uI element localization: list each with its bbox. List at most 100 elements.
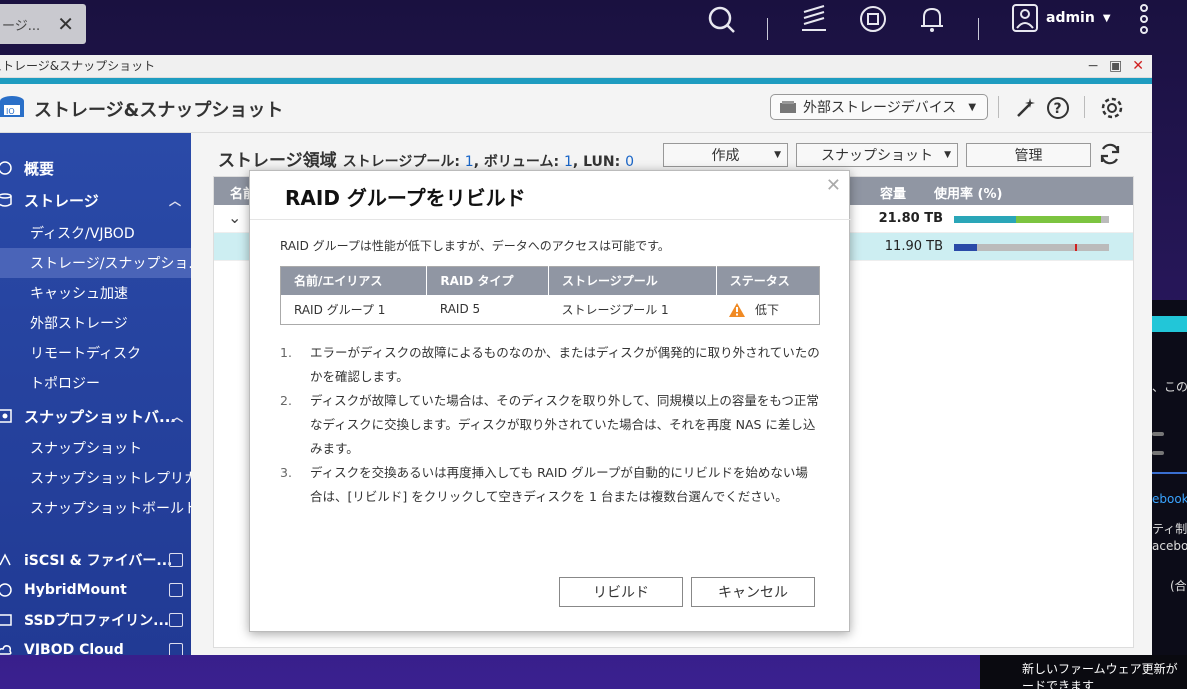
instruction-text: ディスクを交換あるいは再度挿入しても RAID グループが自動的にリビルドを始め… [310, 465, 808, 504]
lun-label: LUN: [583, 154, 621, 170]
sidebar-link-label: VJBOD Cloud [24, 642, 124, 655]
row-capacity: 11.90 TB [884, 239, 943, 254]
external-link-icon [169, 643, 183, 655]
app-header: IO ストレージ&スナップショット 外部ストレージデバイス ▼ ? [0, 84, 1152, 133]
close-icon[interactable]: ✕ [1132, 55, 1144, 77]
refresh-icon[interactable] [1098, 142, 1122, 166]
status-text: 低下 [755, 302, 780, 317]
sidebar-item-remote-disk[interactable]: リモートディスク [0, 338, 191, 368]
sidebar-group-label: ストレージ [24, 191, 99, 210]
sidebar-item-label: 概要 [24, 159, 55, 178]
search-icon[interactable] [706, 4, 736, 36]
page-title: ストレージ領域 ストレージプール: 1, ボリューム: 1, LUN: 0 [218, 151, 635, 171]
instruction-number: 2. [280, 393, 292, 408]
create-dropdown-button[interactable]: 作成 ▼ [663, 143, 788, 167]
toast-text: ードできます [1022, 679, 1095, 689]
page-title-text: ストレージ領域 [218, 151, 337, 171]
dialog-divider [250, 219, 851, 220]
sidebar-link-vjbod-cloud[interactable]: VJBOD Cloud [0, 635, 191, 655]
sidebar-item-snapshot-vault[interactable]: スナップショットボールト [0, 493, 191, 523]
instruction-item: 3. ディスクを交換あるいは再度挿入しても RAID グループが自動的にリビルド… [280, 461, 820, 509]
firmware-toast[interactable]: 新しいファームウェア更新が ードできます [980, 655, 1187, 689]
sidebar-link-hybridmount[interactable]: HybridMount [0, 575, 191, 605]
usage-bar [954, 216, 1109, 223]
external-device-label: 外部ストレージデバイス [803, 100, 957, 116]
desktop-app-tab[interactable]: ージ... ✕ [0, 4, 86, 44]
sidebar-item-storage-snapshots[interactable]: ストレージ/スナップショ... [0, 248, 191, 278]
backup-sync-icon[interactable] [858, 4, 888, 36]
more-options-icon[interactable] [1140, 4, 1150, 36]
user-menu[interactable]: admin ▼ [1012, 4, 1111, 32]
sidebar: 概要 ストレージ ︿ ディスク/VJBOD ストレージ/スナップショ... キャ… [0, 133, 191, 655]
col-storage-pool: ストレージプール [548, 266, 717, 295]
task-stack-icon[interactable] [800, 4, 828, 36]
desktop-topbar: ージ... ✕ admin ▼ [0, 0, 1187, 55]
maximize-icon[interactable]: ▣ [1109, 55, 1122, 77]
instruction-list: 1. エラーがディスクの故障によるものなのか、またはディスクが偶発的に取り外され… [280, 341, 820, 509]
chevron-up-icon: ︿ [168, 193, 181, 208]
sidebar-item-topology[interactable]: トポロジー [0, 368, 191, 398]
iscsi-icon [0, 553, 11, 566]
tab-close-icon[interactable]: ✕ [57, 12, 74, 36]
external-storage-device-dropdown[interactable]: 外部ストレージデバイス ▼ [770, 94, 988, 120]
dialog-close-icon[interactable]: ✕ [826, 175, 841, 196]
toast-text: 新しいファームウェア更新が [1022, 662, 1178, 676]
table-row: RAID グループ 1 RAID 5 ストレージプール 1 低下 [281, 295, 820, 325]
col-name-alias: 名前/エイリアス [280, 266, 428, 295]
pool-label: ストレージプール: [342, 154, 460, 170]
raid-group-table: 名前/エイリアス RAID タイプ ストレージプール ステータス RAID グル… [280, 266, 820, 325]
sidebar-item-overview[interactable]: 概要 [0, 153, 191, 183]
chevron-down-icon: ▼ [774, 150, 781, 160]
cloud-icon [0, 645, 12, 655]
sidebar-item-snapshot-replica[interactable]: スナップショットレプリカ [0, 463, 191, 493]
topbar-divider [767, 18, 768, 40]
sidebar-item-external-storage[interactable]: 外部ストレージ [0, 308, 191, 338]
app-title: ストレージ&スナップショット [34, 100, 284, 121]
sidebar-item-label: ディスク/VJBOD [30, 226, 135, 242]
rebuild-button[interactable]: リビルド [559, 577, 683, 607]
snapshot-dropdown-button[interactable]: スナップショット ▼ [796, 143, 958, 167]
col-capacity: 容量 [880, 187, 907, 202]
manage-button[interactable]: 管理 [966, 143, 1091, 167]
instruction-number: 3. [280, 465, 292, 480]
storage-pool-name: ストレージプール 1 [561, 302, 669, 317]
magic-wand-icon[interactable] [1014, 96, 1038, 120]
desktop-app-tab-label: ージ... [2, 18, 41, 34]
sidebar-item-disks[interactable]: ディスク/VJBOD [0, 218, 191, 248]
cancel-button[interactable]: キャンセル [691, 577, 815, 607]
sidebar-item-cache[interactable]: キャッシュ加速 [0, 278, 191, 308]
sidebar-item-label: キャッシュ加速 [30, 286, 128, 302]
sidebar-link-iscsi[interactable]: iSCSI & ファイバー... [0, 545, 191, 575]
settings-gear-icon[interactable] [1100, 96, 1124, 120]
bg-text: ebook [1152, 492, 1187, 506]
sidebar-group-snapshot[interactable]: スナップショットバ... ︿ [0, 401, 191, 431]
dialog-description: RAID グループは性能が低下しますが、データへのアクセスは可能です。 [280, 239, 670, 253]
sidebar-link-label: SSDプロファイリン... [24, 613, 170, 629]
user-avatar-icon [1012, 4, 1038, 32]
svg-text:?: ? [1054, 101, 1062, 117]
snapshot-icon [0, 409, 12, 423]
dialog-title: RAID グループをリビルド [285, 186, 526, 210]
window-titlebar[interactable]: ストレージ&スナップショット − ▣ ✕ [0, 55, 1152, 78]
chevron-down-icon: ▼ [968, 101, 977, 113]
instruction-text: ディスクが故障していた場合は、そのディスクを取り外して、同規模以上の容量をもつ正… [310, 393, 819, 456]
bg-text: (合 [1170, 579, 1187, 593]
notification-bell-icon[interactable] [918, 4, 946, 36]
manage-button-label: 管理 [1014, 148, 1043, 164]
external-link-icon [169, 613, 183, 627]
sidebar-item-snapshot[interactable]: スナップショット [0, 433, 191, 463]
help-icon[interactable]: ? [1046, 96, 1070, 120]
usage-bar [954, 244, 1109, 251]
external-link-icon [169, 553, 183, 567]
sidebar-link-ssd-profiling[interactable]: SSDプロファイリン... [0, 605, 191, 635]
chevron-down-icon[interactable]: ⌄ [228, 208, 241, 227]
volume-label: ボリューム: [483, 154, 560, 170]
raid-type: RAID 5 [439, 302, 481, 317]
header-divider [998, 96, 999, 118]
storage-app-logo-icon: IO [0, 96, 24, 117]
col-raid-type: RAID タイプ [426, 266, 549, 295]
instruction-item: 1. エラーがディスクの故障によるものなのか、またはディスクが偶発的に取り外され… [280, 341, 820, 389]
sidebar-group-storage[interactable]: ストレージ ︿ [0, 185, 191, 215]
sidebar-item-label: リモートディスク [30, 346, 142, 362]
minimize-icon[interactable]: − [1087, 55, 1099, 77]
